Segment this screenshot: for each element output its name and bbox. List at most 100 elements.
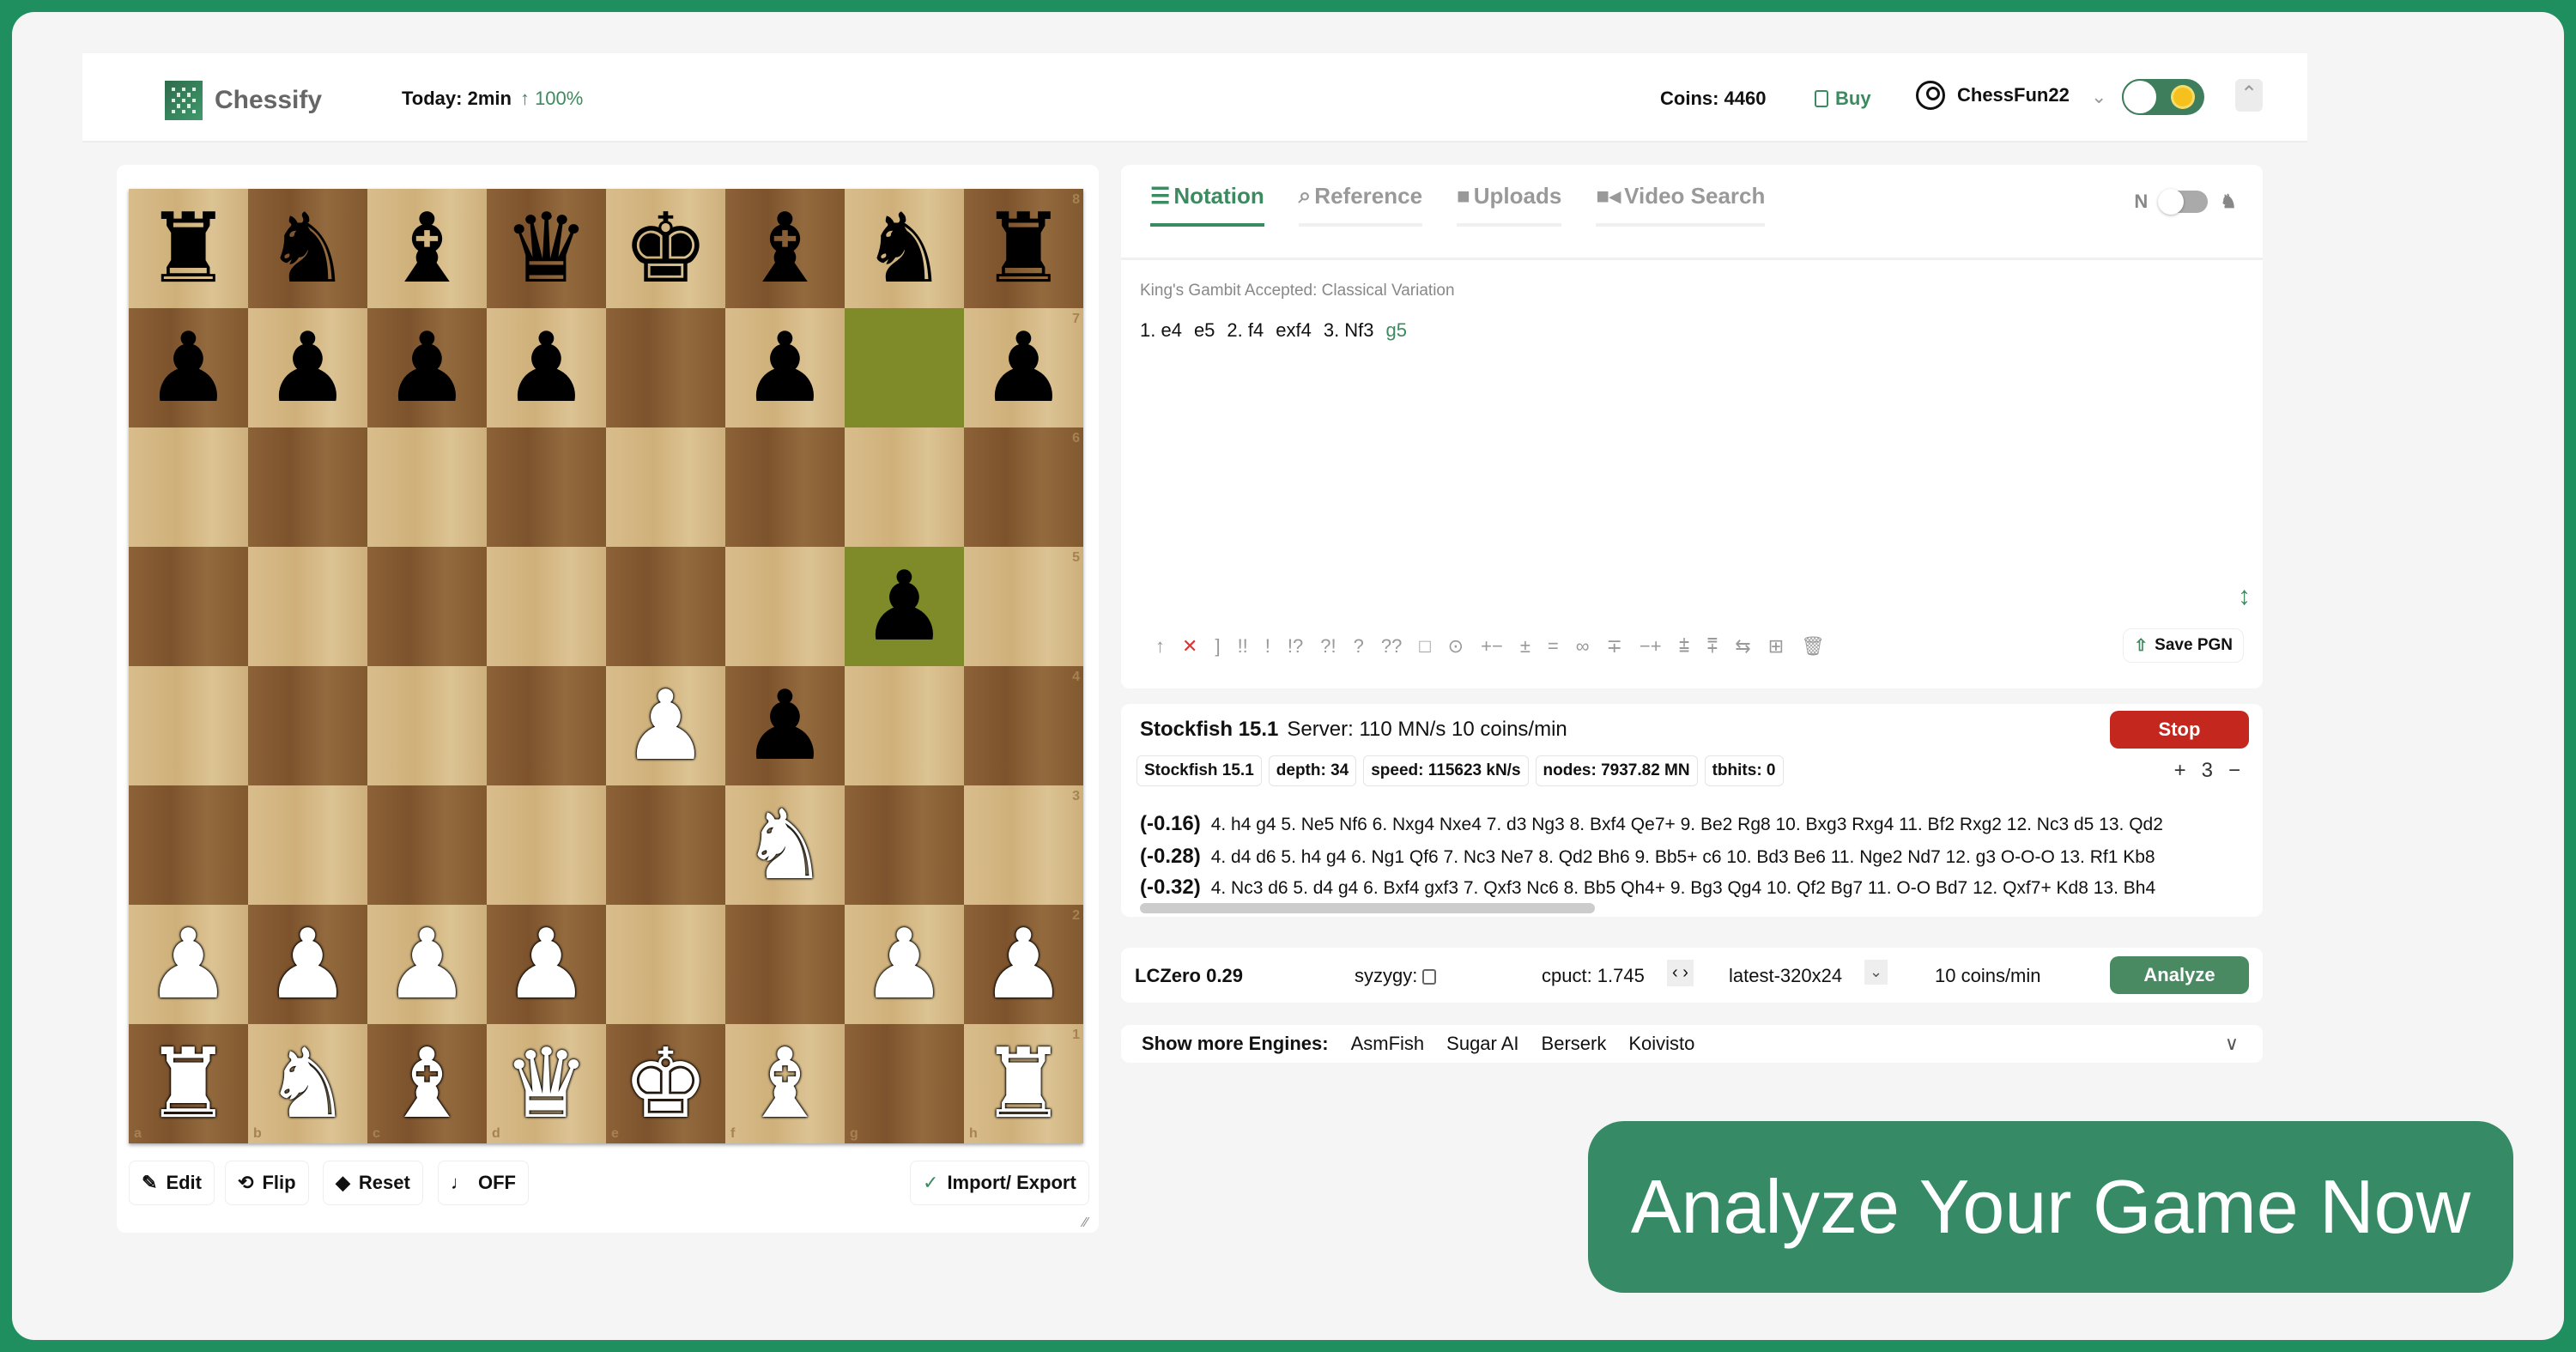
square-e4[interactable]: ♟ xyxy=(606,666,725,785)
logo[interactable]: Chessify xyxy=(165,81,322,120)
square-b7[interactable]: ♟ xyxy=(248,308,367,427)
annotation-button[interactable]: ?! xyxy=(1320,635,1336,658)
square-b4[interactable] xyxy=(248,666,367,785)
tab-notation[interactable]: ☰ Notation xyxy=(1150,182,1264,227)
flip-button[interactable]: ⟲ Flip xyxy=(225,1161,309,1205)
black-pawn-icon[interactable]: ♟ xyxy=(742,678,827,774)
square-a7[interactable]: ♟ xyxy=(129,308,248,427)
square-g2[interactable]: ♟ xyxy=(845,905,964,1024)
black-pawn-icon[interactable]: ♟ xyxy=(384,320,470,416)
annotation-button[interactable]: ⩲ xyxy=(1679,635,1690,658)
white-pawn-icon[interactable]: ♟ xyxy=(384,917,470,1013)
move[interactable]: 1. e4 xyxy=(1140,319,1182,342)
annotation-button[interactable]: −+ xyxy=(1640,635,1662,658)
square-c3[interactable] xyxy=(367,785,487,905)
annotation-button[interactable]: ⊙ xyxy=(1448,635,1464,658)
move[interactable]: exf4 xyxy=(1276,319,1312,342)
square-f7[interactable]: ♟ xyxy=(725,308,845,427)
square-g8[interactable]: ♞ xyxy=(845,189,964,308)
black-queen-icon[interactable]: ♛ xyxy=(503,201,589,297)
save-pgn-button[interactable]: ⇧ Save PGN xyxy=(2123,628,2244,663)
square-a6[interactable] xyxy=(129,427,248,547)
resize-handle-icon[interactable]: ⁄⁄ xyxy=(1083,1216,1088,1231)
white-bishop-icon[interactable]: ♝ xyxy=(384,1036,470,1132)
white-pawn-icon[interactable]: ♟ xyxy=(503,917,589,1013)
white-pawn-icon[interactable]: ♟ xyxy=(145,917,231,1013)
square-f4[interactable]: ♟ xyxy=(725,666,845,785)
syzygy-checkbox[interactable] xyxy=(1422,969,1437,985)
annotation-button[interactable]: ?? xyxy=(1381,635,1402,658)
square-h2[interactable]: ♟ 2 xyxy=(964,905,1083,1024)
import-export-button[interactable]: ✓ Import/ Export xyxy=(910,1161,1089,1205)
horizontal-scrollbar[interactable] xyxy=(1140,903,1595,913)
square-b1[interactable]: ♞ b xyxy=(248,1024,367,1143)
square-f5[interactable] xyxy=(725,547,845,666)
square-c8[interactable]: ♝ xyxy=(367,189,487,308)
engine-line[interactable]: (-0.28) 4. d4 d6 5. h4 g4 6. Ng1 Qf6 7. N… xyxy=(1140,845,2256,869)
black-knight-icon[interactable]: ♞ xyxy=(861,201,947,297)
network-dropdown-icon[interactable]: ⌄ xyxy=(1864,960,1888,985)
annotation-button[interactable]: !? xyxy=(1288,635,1303,658)
annotation-button[interactable]: ↑ xyxy=(1155,635,1165,658)
white-pawn-icon[interactable]: ♟ xyxy=(861,917,947,1013)
white-pawn-icon[interactable]: ♟ xyxy=(980,917,1066,1013)
white-rook-icon[interactable]: ♜ xyxy=(980,1036,1066,1132)
square-h4[interactable]: 4 xyxy=(964,666,1083,785)
square-g7[interactable] xyxy=(845,308,964,427)
white-king-icon[interactable]: ♚ xyxy=(622,1036,708,1132)
square-e7[interactable] xyxy=(606,308,725,427)
chevron-down-icon[interactable]: ∨ xyxy=(2225,1033,2239,1055)
annotation-button[interactable]: □ xyxy=(1419,635,1430,658)
network-select[interactable]: latest-320x24 xyxy=(1729,965,1842,987)
reset-button[interactable]: ◆ Reset xyxy=(323,1161,423,1205)
annotation-button[interactable]: = xyxy=(1548,635,1559,658)
tab-uploads[interactable]: ■ Uploads xyxy=(1457,182,1562,227)
annotation-button[interactable]: !! xyxy=(1238,635,1248,658)
square-d7[interactable]: ♟ xyxy=(487,308,606,427)
engine-option[interactable]: Koivisto xyxy=(1628,1033,1694,1055)
annotation-button[interactable]: ∞ xyxy=(1576,635,1590,658)
annotation-button[interactable]: ⇆ xyxy=(1735,635,1750,658)
square-c7[interactable]: ♟ xyxy=(367,308,487,427)
engine-option[interactable]: Sugar AI xyxy=(1446,1033,1518,1055)
square-e6[interactable] xyxy=(606,427,725,547)
white-rook-icon[interactable]: ♜ xyxy=(145,1036,231,1132)
engine-line[interactable]: (-0.32) 4. Nc3 d6 5. d4 g4 6. Bxf4 gxf3 7… xyxy=(1140,876,2256,900)
square-e5[interactable] xyxy=(606,547,725,666)
square-f8[interactable]: ♝ xyxy=(725,189,845,308)
black-pawn-icon[interactable]: ♟ xyxy=(503,320,589,416)
black-pawn-icon[interactable]: ♟ xyxy=(980,320,1066,416)
square-c2[interactable]: ♟ xyxy=(367,905,487,1024)
move[interactable]: g5 xyxy=(1386,319,1407,342)
annotation-button[interactable]: 🗑 xyxy=(1801,635,1825,658)
square-b2[interactable]: ♟ xyxy=(248,905,367,1024)
engine-option[interactable]: Berserk xyxy=(1542,1033,1607,1055)
square-g1[interactable]: g xyxy=(845,1024,964,1143)
square-e8[interactable]: ♚ xyxy=(606,189,725,308)
white-bishop-icon[interactable]: ♝ xyxy=(742,1036,827,1132)
cpuct-stepper[interactable]: ‹ › xyxy=(1667,960,1694,986)
sound-toggle-button[interactable]: ♩ OFF xyxy=(438,1161,529,1205)
square-d1[interactable]: ♛ d xyxy=(487,1024,606,1143)
annotation-button[interactable]: +− xyxy=(1481,635,1503,658)
toggle-switch[interactable] xyxy=(2158,189,2209,215)
square-d4[interactable] xyxy=(487,666,606,785)
square-f3[interactable]: ♞ xyxy=(725,785,845,905)
square-e2[interactable] xyxy=(606,905,725,1024)
square-e3[interactable] xyxy=(606,785,725,905)
white-knight-icon[interactable]: ♞ xyxy=(742,797,827,894)
analyze-your-game-banner[interactable]: Analyze Your Game Now xyxy=(1588,1121,2513,1293)
square-h1[interactable]: ♜ 1 h xyxy=(964,1024,1083,1143)
black-knight-icon[interactable]: ♞ xyxy=(264,201,350,297)
white-pawn-icon[interactable]: ♟ xyxy=(264,917,350,1013)
square-h6[interactable]: 6 xyxy=(964,427,1083,547)
square-a2[interactable]: ♟ xyxy=(129,905,248,1024)
chevron-down-icon[interactable]: ⌄ xyxy=(2091,86,2106,108)
syzygy-option[interactable]: syzygy: xyxy=(1355,965,1437,987)
black-bishop-icon[interactable]: ♝ xyxy=(384,201,470,297)
move[interactable]: 3. Nf3 xyxy=(1324,319,1374,342)
square-c4[interactable] xyxy=(367,666,487,785)
annotation-button[interactable]: ± xyxy=(1520,635,1530,658)
theme-toggle[interactable] xyxy=(2122,79,2204,115)
square-h7[interactable]: ♟ 7 xyxy=(964,308,1083,427)
